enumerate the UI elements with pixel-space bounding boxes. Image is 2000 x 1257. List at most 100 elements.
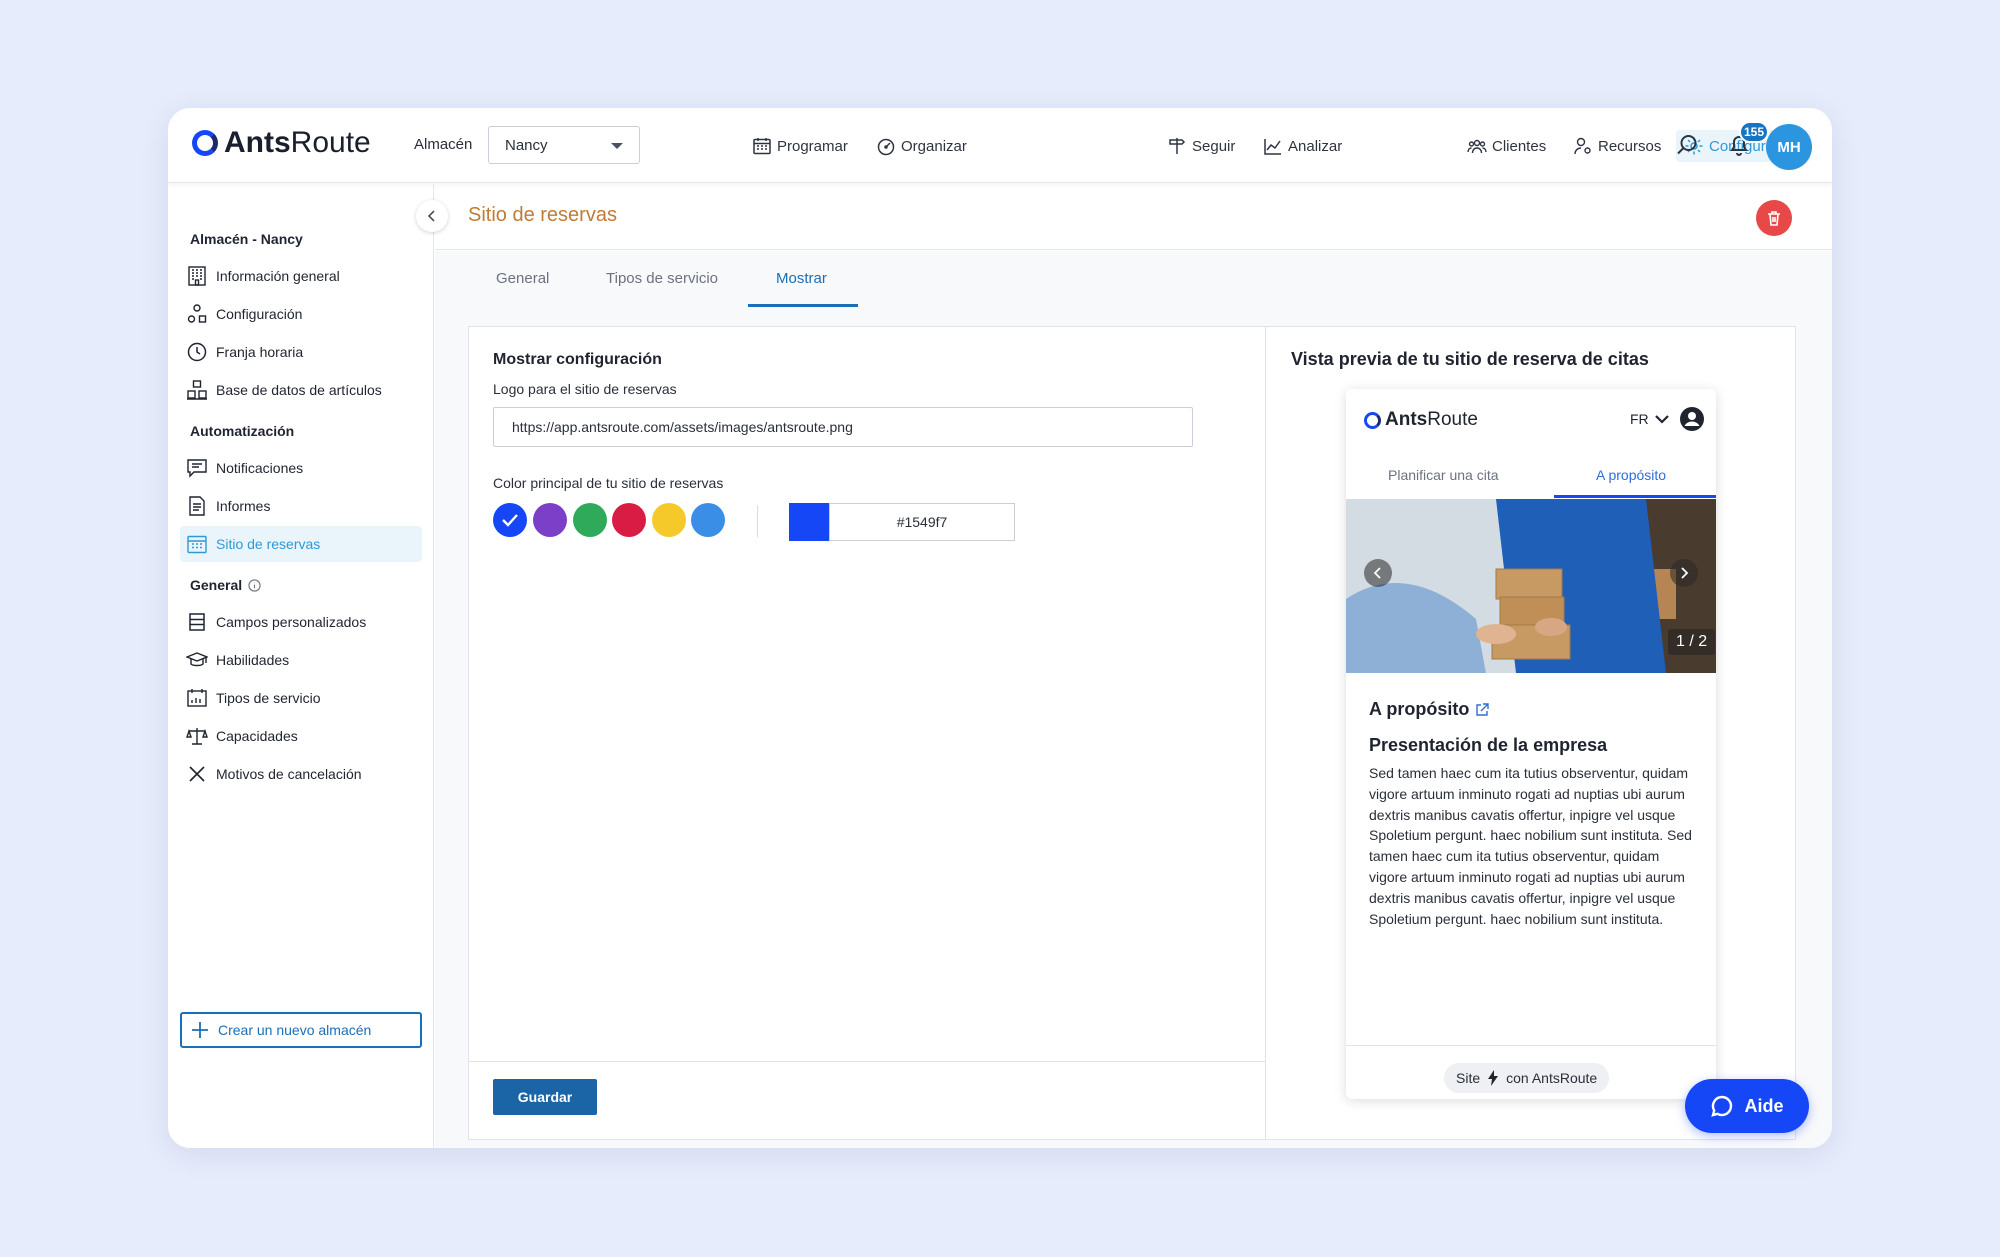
sidebar-item-configuracion[interactable]: Configuración (180, 296, 422, 332)
delete-button[interactable] (1756, 200, 1792, 236)
app-window: Ants Route Almacén Nancy Programar Organi… (168, 108, 1832, 1148)
nav-analizar[interactable]: Analizar (1255, 130, 1350, 162)
calendar-chart-icon (187, 689, 207, 707)
color-swatch-light-blue[interactable] (691, 503, 725, 537)
sidebar-section-title: General (190, 577, 261, 593)
clock-icon (187, 342, 207, 362)
speedometer-icon (877, 138, 895, 156)
preview-title: Vista previa de tu sitio de reserva de c… (1291, 349, 1649, 369)
boxes-icon (187, 380, 207, 400)
avatar[interactable]: MH (1766, 124, 1812, 170)
page-header (435, 184, 1832, 250)
carousel-pager: 1 / 2 (1668, 629, 1716, 655)
delivery-photo: 1 / 2 (1346, 499, 1716, 673)
building-icon (188, 266, 206, 286)
calendar-icon (187, 535, 207, 554)
nav-seguir[interactable]: Seguir (1159, 130, 1243, 162)
search-icon[interactable] (1674, 132, 1700, 158)
trash-icon (1768, 211, 1780, 226)
chevron-down-icon (1654, 415, 1669, 424)
active-tab-indicator (748, 304, 858, 307)
preview-tab-planificar[interactable]: Planificar una cita (1388, 467, 1499, 483)
sidebar-section-title: Automatización (190, 423, 295, 439)
check-icon (502, 514, 518, 527)
sidebar-item-tipos-servicio[interactable]: Tipos de servicio (180, 680, 422, 716)
nav-organizar[interactable]: Organizar (868, 130, 975, 162)
sidebar: Almacén - Nancy Información general Conf… (168, 184, 434, 1148)
message-icon (187, 459, 207, 478)
logo-ring-icon (1364, 411, 1381, 429)
preview-body-text: Sed tamen haec cum ita tutius observentu… (1369, 765, 1692, 927)
logo-label: Logo para el sitio de reservas (493, 381, 677, 397)
warehouse-label: Almacén (414, 136, 473, 153)
powered-by-badge: Site con AntsRoute (1444, 1063, 1610, 1093)
nav-recursos[interactable]: Recursos (1565, 130, 1669, 162)
preview-active-tab-indicator (1554, 495, 1716, 498)
plus-icon (192, 1022, 208, 1038)
caret-down-icon (611, 143, 623, 149)
info-icon[interactable] (248, 578, 261, 592)
tab-mostrar[interactable]: Mostrar (776, 270, 827, 287)
nav-programar[interactable]: Programar (744, 130, 856, 162)
sidebar-item-notificaciones[interactable]: Notificaciones (180, 450, 422, 486)
lightning-icon (1488, 1070, 1499, 1086)
sidebar-item-campos-personalizados[interactable]: Campos personalizados (180, 604, 422, 640)
balance-scale-icon (186, 728, 208, 745)
sidebar-item-informes[interactable]: Informes (180, 488, 422, 524)
chevron-right-icon (1681, 567, 1689, 579)
color-swatch-blue[interactable] (493, 503, 527, 537)
chart-line-icon (1264, 139, 1281, 155)
sidebar-item-capacidades[interactable]: Capacidades (180, 718, 422, 754)
sidebar-item-habilidades[interactable]: Habilidades (180, 642, 422, 678)
tab-tipos-servicio[interactable]: Tipos de servicio (606, 270, 718, 287)
preview-tab-proposito[interactable]: A propósito (1596, 467, 1666, 483)
shapes-icon (187, 304, 207, 323)
graduation-cap-icon (186, 652, 208, 667)
sidebar-item-sitio-reservas[interactable]: Sitio de reservas (180, 526, 422, 562)
close-icon (189, 766, 205, 782)
color-swatch-purple[interactable] (533, 503, 567, 537)
user-circle-icon[interactable] (1680, 407, 1704, 431)
warehouse-select[interactable]: Nancy (488, 126, 640, 164)
chat-bubble-icon (1711, 1095, 1733, 1117)
sidebar-item-motivos-cancelacion[interactable]: Motivos de cancelación (180, 756, 422, 792)
color-label: Color principal de tu sitio de reservas (493, 475, 724, 491)
chevron-left-icon (1373, 567, 1381, 579)
antsroute-logo[interactable]: Ants Route (192, 126, 371, 160)
color-swatch-yellow[interactable] (652, 503, 686, 537)
external-link-icon[interactable] (1475, 702, 1490, 717)
top-header: Ants Route Almacén Nancy Programar Organi… (168, 108, 1832, 183)
user-gear-icon (1574, 137, 1591, 155)
color-hex-input[interactable]: #1549f7 (829, 503, 1015, 541)
collapse-sidebar-button[interactable] (416, 200, 448, 232)
tab-general[interactable]: General (496, 270, 549, 287)
create-warehouse-button[interactable]: Crear un nuevo almacén (180, 1012, 422, 1048)
page-title: Sitio de reservas (468, 204, 617, 226)
color-swatch-red[interactable] (612, 503, 646, 537)
nav-clientes[interactable]: Clientes (1459, 130, 1554, 162)
sidebar-item-franja-horaria[interactable]: Franja horaria (180, 334, 422, 370)
save-button[interactable]: Guardar (493, 1079, 597, 1115)
preview-heading: A propósito (1369, 699, 1490, 720)
booking-site-preview: Ants Route FR Planificar una cita A propó… (1346, 389, 1716, 1099)
signpost-icon (1169, 138, 1186, 154)
carousel-prev-button[interactable] (1364, 559, 1392, 587)
color-swatch-green[interactable] (573, 503, 607, 537)
carousel-next-button[interactable] (1670, 559, 1698, 587)
chevron-left-icon (427, 210, 435, 222)
document-icon (189, 496, 205, 516)
sidebar-section-title: Almacén - Nancy (190, 231, 303, 247)
sidebar-item-base-articulos[interactable]: Base de datos de artículos (180, 372, 422, 408)
preview-subheading: Presentación de la empresa (1369, 735, 1608, 755)
logo-url-input[interactable]: https://app.antsroute.com/assets/images/… (493, 407, 1193, 447)
color-preview[interactable] (789, 503, 829, 541)
list-icon (189, 613, 205, 631)
language-select[interactable]: FR (1630, 411, 1669, 427)
logo-ring-icon (192, 130, 218, 156)
sidebar-item-informacion-general[interactable]: Información general (180, 258, 422, 294)
config-title: Mostrar configuración (493, 351, 662, 368)
preview-logo: Ants Route (1364, 409, 1478, 431)
notification-badge: 155 (1739, 121, 1769, 143)
help-chat-button[interactable]: Aide (1685, 1079, 1809, 1133)
calendar-icon (753, 138, 771, 155)
